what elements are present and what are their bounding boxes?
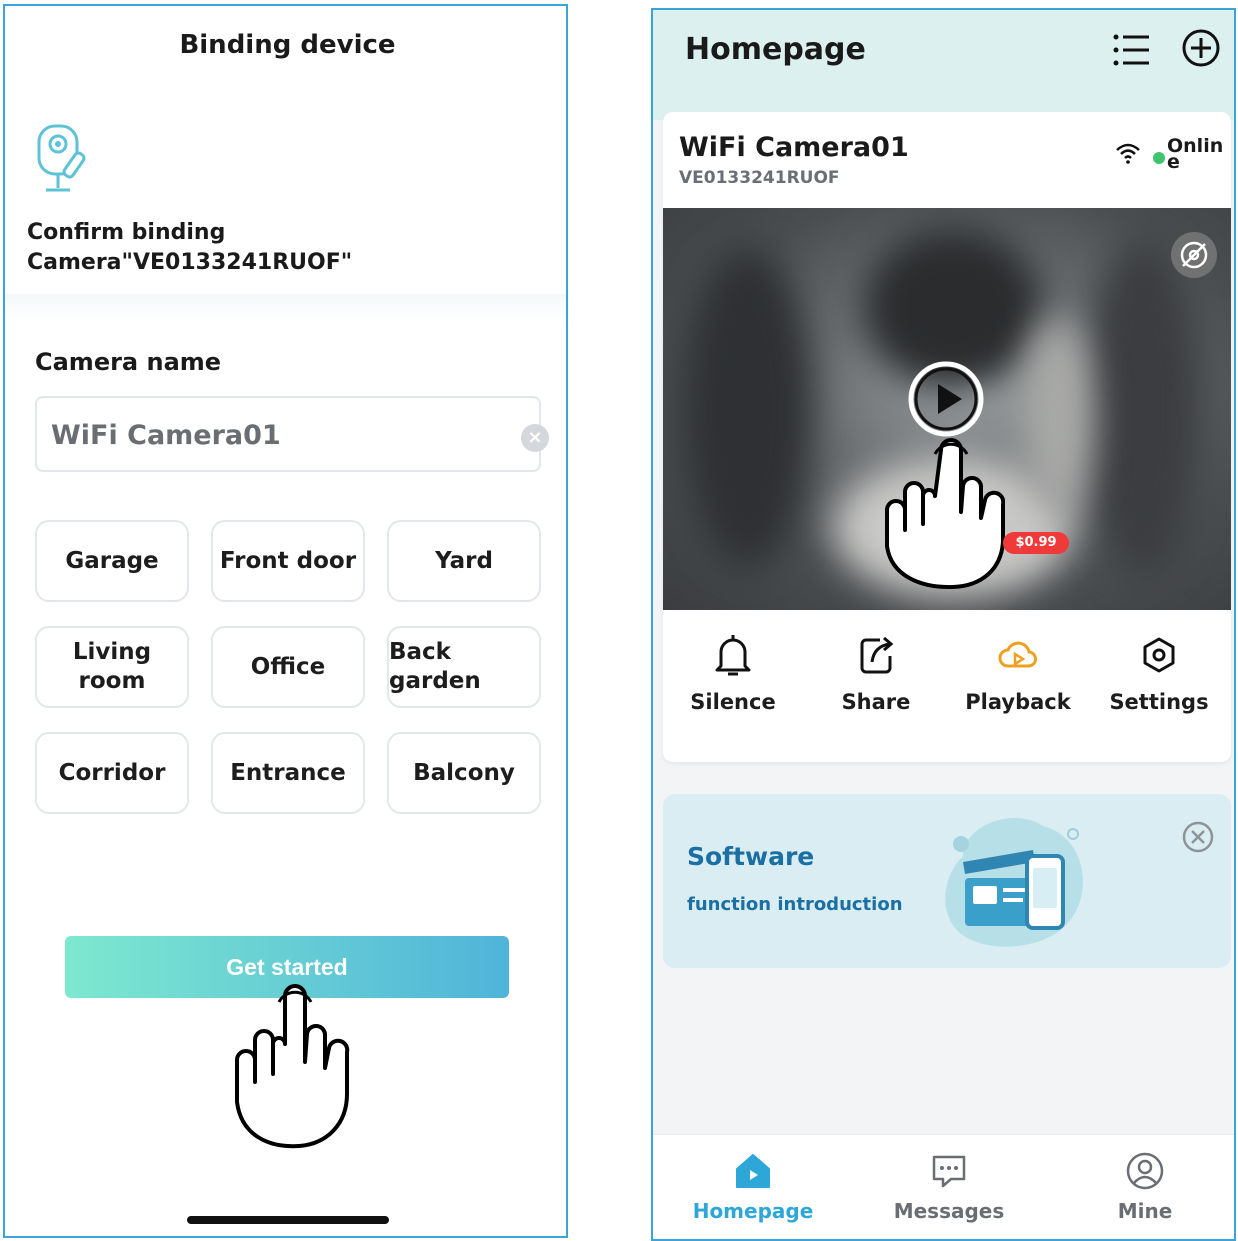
tab-homepage[interactable]: Homepage [683,1151,823,1223]
add-device-icon[interactable] [1181,28,1221,68]
homepage-screen: Homepage WiFi Camera01 VE0133241RUOF Onl… [651,8,1236,1241]
tab-mine-label: Mine [1117,1199,1173,1223]
tab-messages-label: Messages [893,1199,1005,1223]
preset-chip-front-door[interactable]: Front door [211,520,365,602]
tab-mine[interactable]: Mine [1075,1151,1215,1223]
preset-chip-balcony[interactable]: Balcony [387,732,541,814]
close-icon[interactable] [1181,820,1215,854]
privacy-eye-off-icon[interactable] [1171,232,1217,278]
page-title: Binding device [179,30,396,60]
preset-chip-office[interactable]: Office [211,626,365,708]
software-intro-banner[interactable]: Software function introduction [663,794,1231,968]
confirm-binding-text: Confirm binding Camera"VE0133241RUOF" [27,220,353,275]
camera-card: WiFi Camera01 VE0133241RUOF Online Silen… [663,112,1231,762]
preset-chip-garage[interactable]: Garage [35,520,189,602]
settings-action[interactable]: Settings [1089,632,1229,714]
camera-name-field: × [35,396,549,472]
list-icon[interactable] [1111,30,1151,70]
camera-serial: VE0133241RUOF [679,168,840,188]
promo-subtitle: function introduction [687,894,903,915]
camera-name-input[interactable] [51,410,471,460]
message-icon [932,1155,966,1188]
clear-icon[interactable]: × [521,424,549,452]
online-status-dot [1153,152,1165,164]
home-indicator [187,1216,389,1224]
preset-chip-back-garden[interactable]: Back garden [387,626,541,708]
promo-title: Software [687,842,815,871]
silence-label: Silence [690,690,776,714]
app-illustration-icon [945,817,1083,947]
silence-action[interactable]: Silence [663,632,803,714]
settings-label: Settings [1109,690,1209,714]
playback-action[interactable]: Playback [948,632,1088,714]
share-icon [860,636,894,674]
share-label: Share [841,690,911,714]
binding-device-screen: Binding device Confirm binding Camera"VE… [3,4,568,1238]
share-action[interactable]: Share [806,632,946,714]
camera-name-label: Camera name [35,348,222,376]
tap-hand-icon [885,438,1005,590]
video-preview[interactable] [663,208,1231,610]
camera-name: WiFi Camera01 [679,132,909,163]
section-divider [5,294,566,322]
camera-device-icon [37,124,86,192]
bell-icon [715,635,751,676]
page-title: Homepage [685,32,866,67]
preset-chip-corridor[interactable]: Corridor [35,732,189,814]
preset-chip-living-room[interactable]: Living room [35,626,189,708]
tap-hand-icon [235,984,350,1149]
gear-icon [1143,637,1175,673]
playback-price-badge: $0.99 [1003,532,1069,554]
tab-messages[interactable]: Messages [879,1151,1019,1223]
user-icon [1126,1152,1164,1190]
preset-chip-entrance[interactable]: Entrance [211,732,365,814]
bottom-tab-bar: Homepage Messages Mine [653,1134,1234,1239]
tab-homepage-label: Homepage [692,1199,814,1223]
wifi-icon [1116,143,1140,164]
playback-cloud-icon [998,641,1037,668]
playback-label: Playback [965,690,1071,714]
preset-chip-yard[interactable]: Yard [387,520,541,602]
home-icon [736,1154,770,1188]
online-status-text: Online [1167,135,1224,173]
